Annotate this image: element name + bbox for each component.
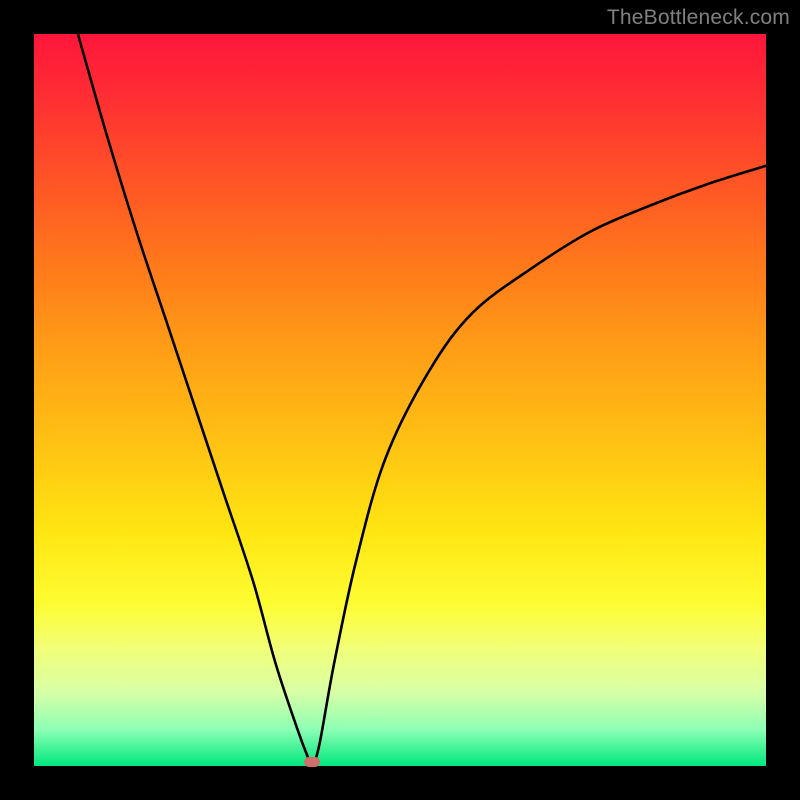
curve-path xyxy=(78,34,766,767)
bottleneck-curve xyxy=(34,34,766,766)
chart-frame: TheBottleneck.com xyxy=(0,0,800,800)
optimum-marker xyxy=(304,757,320,767)
plot-area xyxy=(34,34,766,766)
watermark-text: TheBottleneck.com xyxy=(607,6,790,30)
